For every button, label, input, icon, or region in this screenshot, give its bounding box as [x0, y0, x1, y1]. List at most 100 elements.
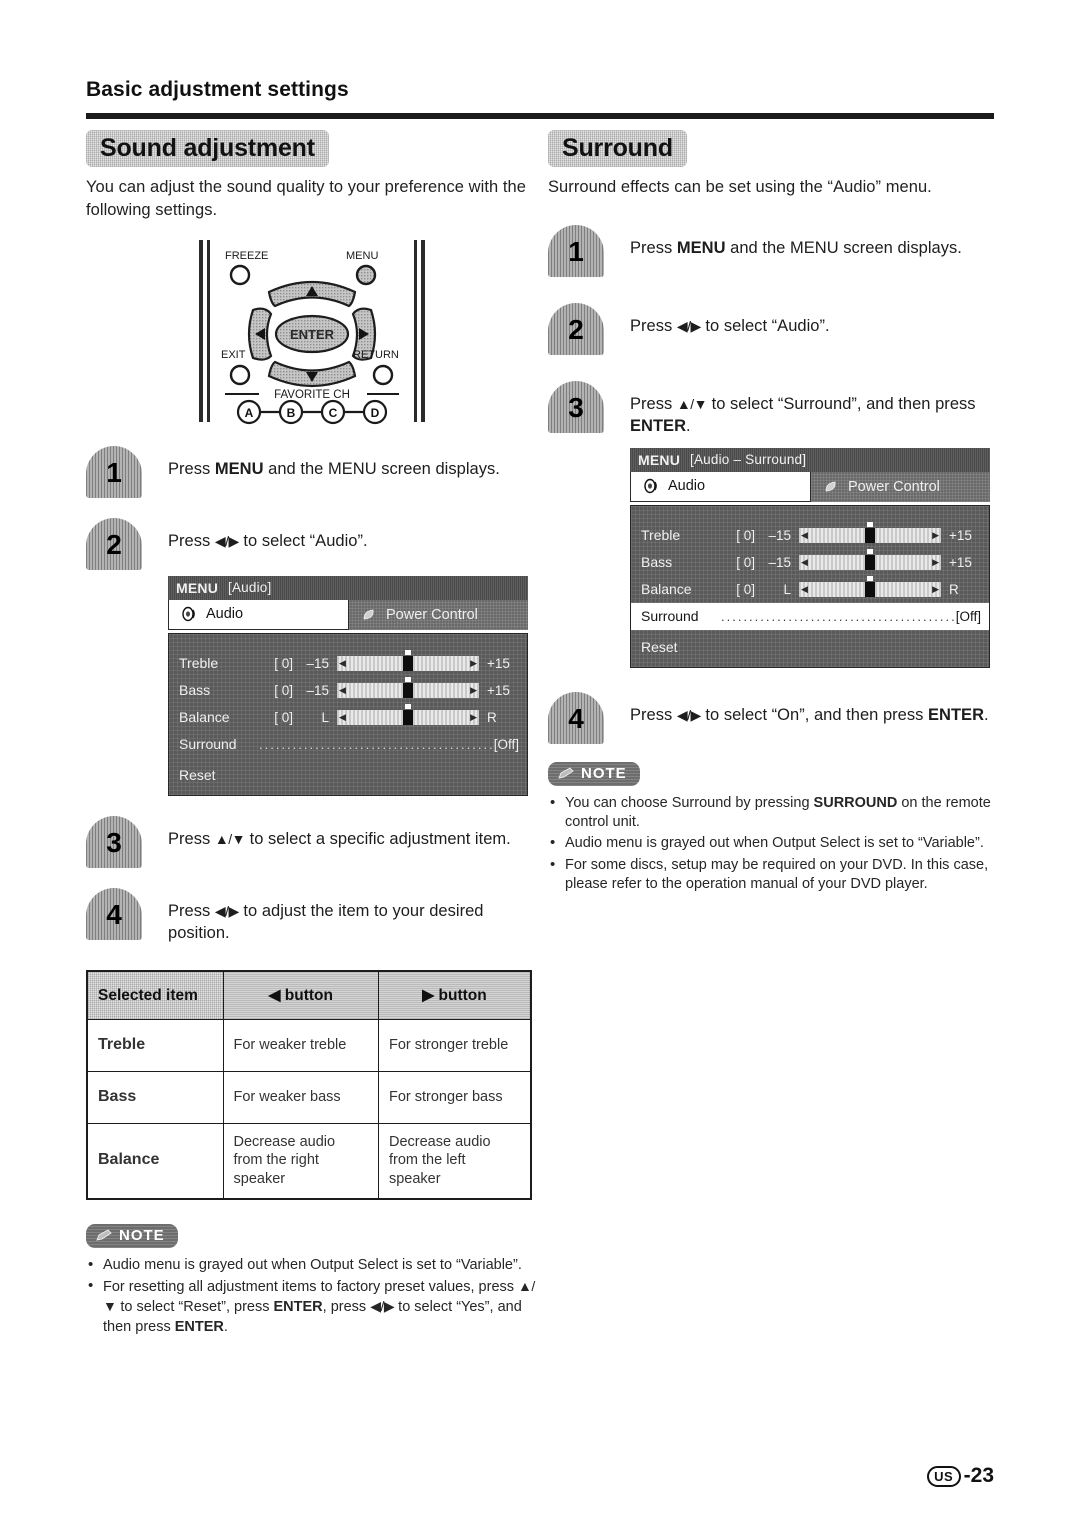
osd-row-bass[interactable]: Bass [ 0] –15 ◀ ▶ +15: [631, 548, 989, 576]
step-text: Press ▲/▼ to select “Surround”, and then…: [630, 394, 976, 436]
osd-subtitle: [Audio]: [228, 580, 272, 596]
table-cell-item: Balance: [86, 1122, 224, 1200]
slider-thumb[interactable]: [403, 709, 413, 725]
section-header-surround: Surround: [548, 130, 687, 167]
osd-row-reset[interactable]: Reset: [169, 762, 527, 789]
step-text: Press MENU and the MENU screen displays.: [168, 459, 500, 478]
table-header-selected-item: Selected item: [86, 970, 224, 1020]
slider-left-arrow: ◀: [339, 684, 346, 695]
region-mark: US: [926, 1465, 961, 1487]
osd-row-reset[interactable]: Reset: [631, 634, 989, 661]
slider-left-arrow: ◀: [339, 657, 346, 668]
surround-intro: Surround effects can be set using the “A…: [548, 178, 932, 196]
osd-subtitle: [Audio – Surround]: [690, 452, 807, 468]
slider-thumb[interactable]: [865, 581, 875, 597]
step-number-badge: 1: [86, 446, 142, 498]
osd-row-value: [ 0]: [736, 581, 755, 597]
osd-row-surround[interactable]: Surround ...............................…: [631, 602, 989, 630]
osd-row-label: Balance: [641, 581, 692, 598]
osd-row-value: [ 0]: [274, 709, 293, 725]
page-number: -23: [963, 1464, 994, 1487]
osd-slider[interactable]: ◀ ▶: [799, 548, 941, 570]
table-cell-item: Treble: [86, 1018, 224, 1072]
osd-slider[interactable]: ◀ ▶: [799, 575, 941, 597]
osd-slider[interactable]: ◀ ▶: [337, 703, 479, 725]
svg-text:C: C: [329, 406, 338, 420]
power-leaf-icon: [825, 481, 836, 492]
section-header-sound-adjustment: Sound adjustment: [86, 130, 329, 167]
slider-left-arrow: ◀: [339, 711, 346, 722]
note-item: For resetting all adjustment items to fa…: [86, 1276, 538, 1337]
table-header-left-button: ◀ button: [222, 970, 379, 1020]
step-3: 3 Press ▲/▼ to select a specific adjustm…: [86, 816, 538, 868]
step-4: 4 Press ◀/▶ to adjust the item to your d…: [86, 888, 538, 945]
osd-row-balance[interactable]: Balance [ 0] L ◀ ▶ R: [631, 575, 989, 603]
step-number-badge: 4: [86, 888, 142, 940]
osd-slider[interactable]: ◀ ▶: [799, 521, 941, 543]
pencil-icon: [96, 1228, 112, 1241]
osd-slider[interactable]: ◀ ▶: [337, 676, 479, 698]
osd-row-max: +15: [487, 655, 510, 671]
osd-row-treble[interactable]: Treble [ 0] –15 ◀ ▶ +15: [631, 521, 989, 549]
left-column: Sound adjustment You can adjust the soun…: [86, 130, 538, 1339]
osd-row-surround[interactable]: Surround ...............................…: [169, 731, 527, 758]
osd-tab-power-control[interactable]: Power Control: [811, 471, 990, 502]
osd-row-label: Bass: [179, 682, 211, 699]
slider-right-arrow: ▶: [932, 583, 939, 594]
osd-tab-audio[interactable]: Audio: [630, 471, 811, 502]
osd-tab-audio[interactable]: Audio: [168, 599, 349, 630]
page-title: Basic adjustment settings: [86, 78, 349, 101]
remote-control-illustration: FREEZE MENU ENTER EXIT RETURN FAVORITE C…: [86, 236, 538, 426]
osd-row-label: Treble: [179, 655, 219, 672]
right-column: Surround Surround effects can be set usi…: [548, 130, 1000, 897]
osd-row-min: –15: [768, 527, 791, 543]
osd-title: MENU: [638, 451, 681, 468]
osd-tab-label: Audio: [668, 478, 706, 495]
step-text: Press MENU and the MENU screen displays.: [630, 238, 962, 257]
osd-tab-label: Power Control: [386, 606, 478, 623]
slider-marker: [867, 548, 873, 554]
osd-body: Treble [ 0] –15 ◀ ▶ +15 Bass [ 0] –15 ◀ …: [630, 504, 990, 668]
osd-row-label: Surround: [179, 736, 237, 753]
slider-left-arrow: ◀: [801, 529, 808, 540]
svg-text:B: B: [287, 406, 296, 420]
step-text: Press ◀/▶ to adjust the item to your des…: [168, 901, 484, 942]
manual-page: Basic adjustment settings Sound adjustme…: [0, 0, 1080, 1532]
svg-text:D: D: [371, 406, 380, 420]
osd-row-balance[interactable]: Balance [ 0] L ◀ ▶ R: [169, 703, 527, 731]
osd-row-treble[interactable]: Treble [ 0] –15 ◀ ▶ +15: [169, 649, 527, 677]
osd-row-max: R: [487, 709, 497, 725]
note-item: Audio menu is grayed out when Output Sel…: [86, 1255, 538, 1276]
slider-thumb[interactable]: [403, 655, 413, 671]
osd-row-value: [ 0]: [736, 527, 755, 543]
leader-dots: ........................................…: [259, 736, 494, 752]
osd-row-label: Bass: [641, 554, 673, 571]
title-divider: [86, 113, 994, 119]
osd-row-max: +15: [949, 554, 972, 570]
speaker-icon: [182, 606, 195, 622]
osd-row-min: –15: [306, 682, 329, 698]
table-cell-left: For weaker treble: [222, 1018, 379, 1072]
slider-thumb[interactable]: [865, 527, 875, 543]
slider-right-arrow: ▶: [470, 711, 477, 722]
page-footer: US -23: [926, 1464, 994, 1488]
table-row: Treble For weaker treble For stronger tr…: [86, 1018, 532, 1072]
step-2: 2 Press ◀/▶ to select “Audio”.: [548, 303, 1000, 355]
osd-audio-surround-menu: MENU [Audio – Surround] Audio Power Cont…: [630, 447, 990, 668]
step-1: 1 Press MENU and the MENU screen display…: [548, 225, 1000, 277]
step-number-badge: 2: [86, 518, 142, 570]
slider-thumb[interactable]: [403, 682, 413, 698]
slider-right-arrow: ▶: [932, 556, 939, 567]
slider-marker: [405, 703, 411, 709]
osd-slider[interactable]: ◀ ▶: [337, 649, 479, 671]
step-number-badge: 3: [86, 816, 142, 868]
osd-row-bass[interactable]: Bass [ 0] –15 ◀ ▶ +15: [169, 676, 527, 704]
osd-surround-value: [Off]: [955, 608, 981, 624]
osd-tab-power-control[interactable]: Power Control: [349, 599, 528, 630]
slider-marker: [405, 649, 411, 655]
osd-audio-menu: MENU [Audio] Audio Power Control Treble …: [168, 575, 528, 796]
leader-dots: ........................................…: [721, 608, 956, 624]
table-cell-right: For stronger treble: [377, 1018, 532, 1072]
slider-thumb[interactable]: [865, 554, 875, 570]
slider-left-arrow: ◀: [801, 583, 808, 594]
